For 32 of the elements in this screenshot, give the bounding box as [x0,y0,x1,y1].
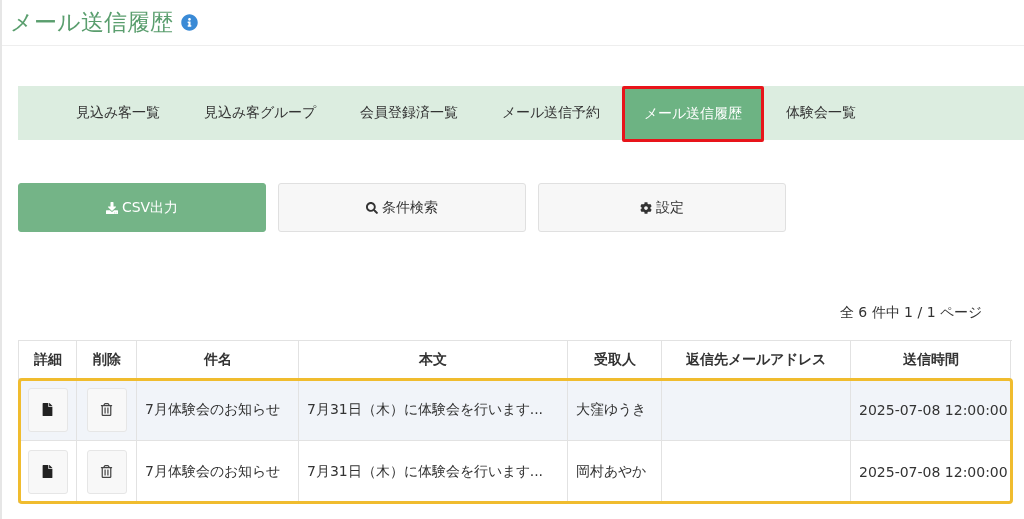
document-icon [41,403,54,416]
detail-button[interactable] [27,449,68,494]
column-header: 受取人 [568,341,662,379]
table-cell: 岡村あやか [568,441,662,503]
column-header: 削除 [77,341,137,379]
trash-icon [100,465,113,478]
download-icon [105,201,118,214]
nav-tab[interactable]: 見込み客一覧 [54,86,182,140]
search-button[interactable]: 条件検索 [278,183,526,232]
column-header: 返信先メールアドレス [662,341,851,379]
nav-tab[interactable]: メール送信予約 [480,86,622,140]
nav-tab[interactable]: 見込み客グループ [182,86,338,140]
trash-icon [100,403,113,416]
settings-icon [640,201,652,214]
document-icon [41,465,54,478]
table-cell: 7月体験会のお知らせ [137,441,299,503]
settings-button[interactable]: 設定 [538,183,786,232]
pagination-text: 全 6 件中 1 / 1 ページ [839,304,982,320]
detail-button[interactable] [27,387,68,432]
column-header: 送信時間 [851,341,1011,379]
column-header: 件名 [137,341,299,379]
page-title: メール送信履歴 [10,8,173,37]
column-header: 詳細 [19,341,77,379]
column-header: 本文 [299,341,568,379]
nav-tab[interactable]: 体験会一覧 [764,86,878,140]
search-icon [366,201,378,214]
nav-tab[interactable]: 会員登録済一覧 [338,86,480,140]
table-cell: 2025-07-08 12:00:00 [851,441,1011,503]
delete-button[interactable] [86,449,127,494]
table-cell: 7月31日（木）に体験会を行います... [299,441,568,503]
delete-button[interactable] [86,387,127,432]
info-icon[interactable] [181,14,198,31]
